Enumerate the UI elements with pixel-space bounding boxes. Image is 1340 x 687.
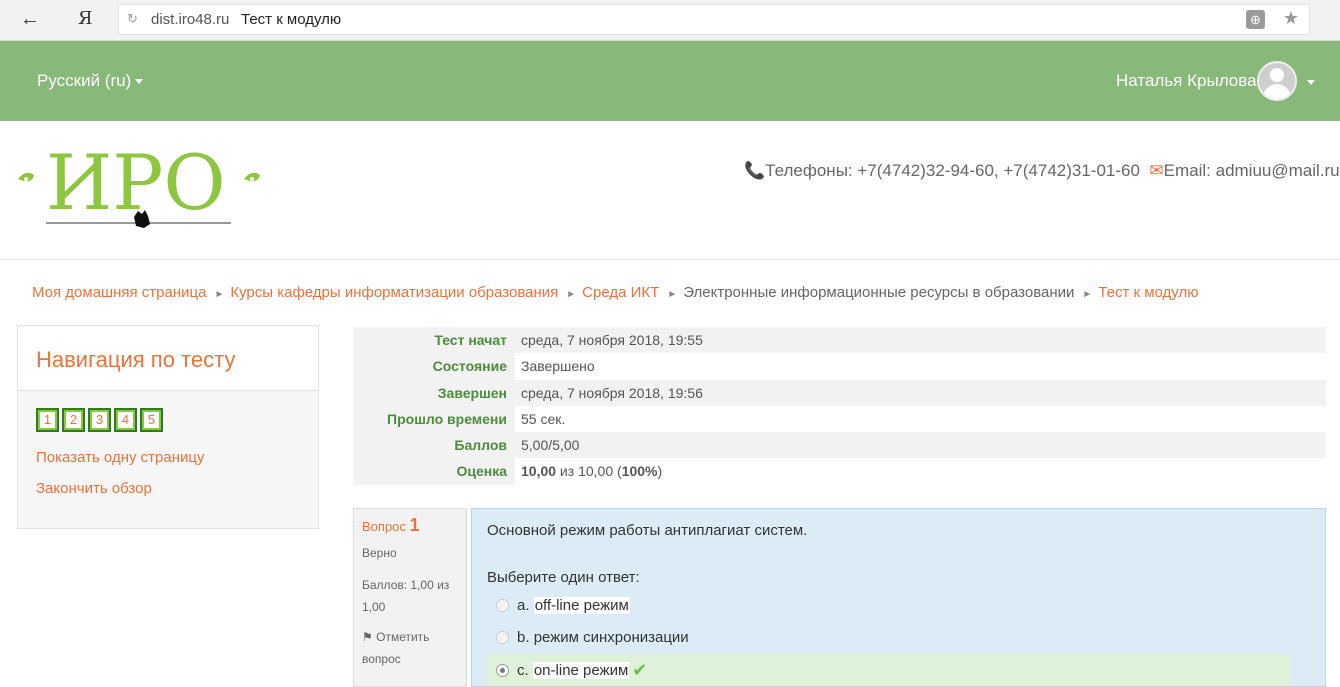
table-row: Прошло времени 55 сек. [353, 405, 1326, 433]
question-buttons: 12345 [36, 408, 166, 432]
row-value: Завершено [515, 353, 1326, 380]
logo-text: ИРО [46, 139, 226, 227]
quiz-navigation-title: Навигация по тесту [36, 347, 236, 372]
address-bar[interactable]: ↻ dist.iro48.ru Тест к модулю ⊕ ★ [118, 4, 1310, 35]
back-arrow-icon[interactable]: ← [20, 8, 40, 31]
answer-option-c[interactable]: c. on-line режим ✔ [488, 654, 1291, 686]
row-label: Баллов [353, 432, 515, 459]
question-grade: Баллов: 1,00 из 1,00 [362, 578, 450, 614]
row-label: Состояние [353, 353, 515, 380]
breadcrumb-separator-icon: ► [214, 289, 225, 300]
question-content: Основной режим работы антиплагиат систем… [471, 508, 1326, 687]
phones-text: Телефоны: +7(4742)32-94-60, +7(4742)31-0… [765, 161, 1140, 180]
breadcrumb-test[interactable]: Тест к модулю [1098, 284, 1198, 301]
user-name[interactable]: Наталья Крылова [1116, 71, 1257, 91]
row-value: среда, 7 ноября 2018, 19:55 [521, 332, 703, 348]
breadcrumb-courses[interactable]: Курсы кафедры информатизации образования [230, 284, 558, 301]
show-one-page-link[interactable]: Показать одну страницу [36, 449, 204, 466]
question-button-2[interactable]: 2 [62, 408, 85, 432]
answer-option-a[interactable]: a. off-line режим [488, 589, 630, 621]
breadcrumb-ict[interactable]: Среда ИКТ [582, 284, 659, 301]
address-domain: dist.iro48.ru [151, 11, 230, 28]
question-button-4[interactable]: 4 [114, 408, 137, 432]
radio-button[interactable] [496, 598, 509, 612]
row-label: Прошло времени [353, 405, 515, 433]
phone-icon: 📞 [744, 161, 766, 180]
table-row: Завершен среда, 7 ноября 2018, 19:56 [353, 379, 1326, 406]
question-button-5[interactable]: 5 [140, 408, 163, 432]
breadcrumb-separator-icon: ► [566, 289, 577, 300]
email-icon: ✉ [1149, 161, 1164, 180]
quiz-navigation-block: Навигация по тесту 12345 Показать одну с… [17, 325, 319, 529]
globe-icon[interactable]: ⊕ [1246, 10, 1265, 29]
contacts: 📞Телефоны: +7(4742)32-94-60, +7(4742)31-… [744, 161, 1340, 181]
email-link[interactable]: Email: admiuu@mail.ru [1164, 161, 1340, 180]
table-row: Баллов 5,00/5,00 [353, 432, 1326, 459]
bookmark-star-icon[interactable]: ★ [1283, 8, 1299, 29]
site-topbar: Русский (ru) Наталья Крылова [0, 41, 1340, 121]
answer-prompt: Выберите один ответ: [487, 569, 640, 586]
answer-option-b[interactable]: b. режим синхронизации [488, 621, 689, 653]
flag-question-button[interactable]: ⚑ Отметить вопрос [362, 626, 458, 670]
breadcrumb-separator-icon: ► [1082, 289, 1093, 300]
breadcrumb-home[interactable]: Моя домашняя страница [32, 284, 206, 301]
breadcrumb-separator-icon: ► [667, 289, 678, 300]
table-row: Тест начат среда, 7 ноября 2018, 19:55 [353, 327, 1326, 354]
browser-toolbar: ← Я ↻ dist.iro48.ru Тест к модулю ⊕ ★ [0, 0, 1340, 41]
finish-review-link[interactable]: Закончить обзор [36, 480, 152, 497]
question-state: Верно [362, 546, 397, 560]
iro-logo[interactable]: ИРО [16, 139, 266, 239]
row-label: Завершен [353, 379, 515, 406]
breadcrumb-resources: Электронные информационные ресурсы в обр… [683, 284, 1075, 301]
address-page-title: Тест к модулю [241, 11, 342, 28]
radio-button-selected[interactable] [496, 663, 509, 677]
row-value: 55 сек. [515, 405, 1326, 433]
flag-icon: ⚑ [362, 630, 373, 644]
yandex-button[interactable]: Я [78, 8, 93, 29]
radio-button[interactable] [496, 630, 509, 644]
question-number: Вопрос 1 [362, 515, 420, 535]
language-menu[interactable]: Русский (ru) [37, 71, 144, 91]
avatar[interactable] [1257, 61, 1297, 101]
table-row: Состояние Завершено [353, 353, 1326, 380]
row-label: Тест начат [353, 327, 515, 354]
grade-value: 10,00 из 10,00 (100%) [515, 458, 1326, 485]
question-text: Основной режим работы антиплагиат систем… [487, 522, 808, 539]
caret-down-icon [135, 79, 144, 85]
row-value: среда, 7 ноября 2018, 19:56 [521, 384, 703, 401]
question-info: Вопрос 1 Верно Баллов: 1,00 из 1,00 ⚑ Отм… [353, 508, 467, 687]
table-row: Оценка 10,00 из 10,00 (100%) [353, 458, 1326, 485]
site-header: ИРО 📞Телефоны: +7(4742)32-94-60, +7(4742… [0, 121, 1340, 260]
question-button-3[interactable]: 3 [88, 408, 111, 432]
attempt-summary-table: Тест начат среда, 7 ноября 2018, 19:55 С… [353, 327, 1326, 485]
reload-icon[interactable]: ↻ [127, 11, 138, 27]
question-button-1[interactable]: 1 [36, 408, 59, 432]
breadcrumb: Моя домашняя страница ► Курсы кафедры инфо… [32, 284, 1198, 301]
row-label: Оценка [353, 458, 515, 485]
user-menu-caret-icon[interactable] [1307, 80, 1315, 85]
language-label: Русский (ru) [37, 71, 132, 90]
row-value: 5,00/5,00 [521, 437, 580, 454]
correct-check-icon: ✔ [632, 659, 648, 680]
